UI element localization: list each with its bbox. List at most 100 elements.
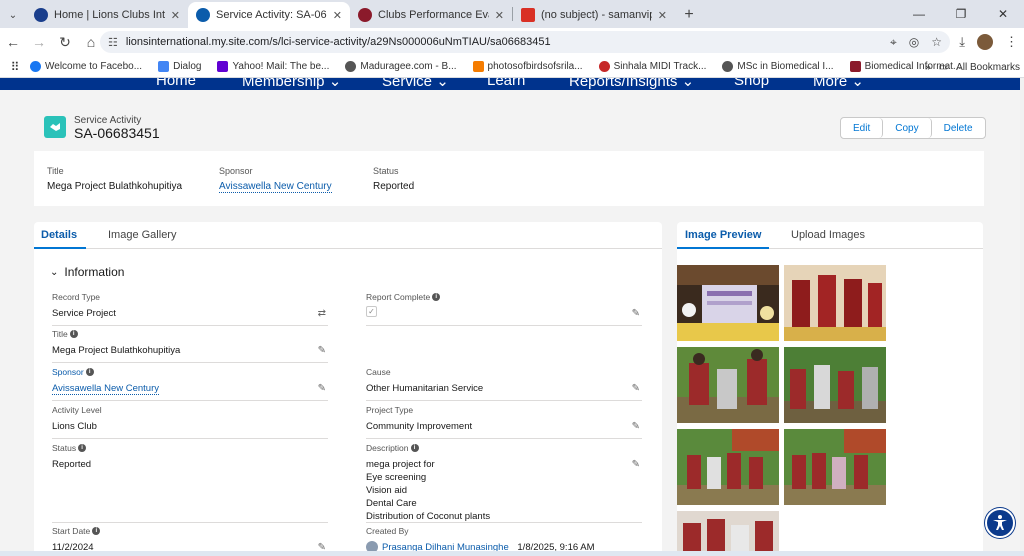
field-cause: Cause Other Humanitarian Service ✎	[366, 367, 642, 401]
bookmark-star-icon[interactable]: ☆	[931, 35, 942, 49]
new-tab-button[interactable]: +	[675, 2, 703, 28]
tab-upload-images[interactable]: Upload Images	[791, 229, 865, 241]
nav-home[interactable]: Home	[156, 78, 196, 89]
edit-pencil-icon[interactable]: ✎	[318, 345, 326, 356]
sponsor-link[interactable]: Avissawella New Century	[219, 181, 332, 193]
gmail-favicon-icon	[521, 8, 535, 22]
download-icon[interactable]: ⤓	[959, 34, 965, 50]
window-controls: — ❐ ✕	[898, 0, 1024, 28]
url-text: lionsinternational.my.site.com/s/lci-ser…	[125, 36, 551, 48]
back-icon[interactable]: ←	[0, 29, 26, 55]
gallery-image[interactable]	[677, 347, 779, 423]
image-preview-card: Image Preview Upload Images	[677, 222, 983, 556]
menu-kebab-icon[interactable]: ⋮	[1005, 34, 1018, 50]
field-status: Status i Reported	[52, 443, 328, 523]
field-description: Description i mega project for Eye screen…	[366, 443, 642, 523]
browser-tab-bar: ⌄ Home | Lions Clubs Internation ✕ Servi…	[0, 0, 1024, 28]
tab-image-gallery[interactable]: Image Gallery	[108, 229, 176, 241]
nav-learn[interactable]: Learn	[487, 78, 525, 89]
close-tab-icon[interactable]: ✕	[171, 9, 180, 22]
profile-avatar[interactable]	[977, 34, 993, 50]
field-activity-level: Activity Level Lions Club	[52, 405, 328, 439]
edit-pencil-icon[interactable]: ✎	[632, 459, 640, 470]
nav-reports-insights[interactable]: Reports/Insights ⌄	[569, 78, 694, 90]
globe-icon	[345, 61, 357, 72]
apps-grid-icon[interactable]: ⠿	[0, 60, 30, 74]
highlight-title: Title Mega Project Bulathkohupitiya	[47, 166, 183, 192]
edit-pencil-icon[interactable]: ✎	[632, 383, 640, 394]
tab-details[interactable]: Details	[41, 229, 77, 241]
delete-button[interactable]: Delete	[931, 118, 985, 138]
lions-crest-favicon-icon	[358, 8, 372, 22]
nav-membership[interactable]: Membership ⌄	[242, 78, 341, 90]
minimize-icon[interactable]: —	[898, 0, 940, 28]
browser-tab-3[interactable]: Clubs Performance Evaluation S ✕	[350, 2, 512, 28]
tab-search-icon[interactable]: ⌄	[0, 2, 26, 28]
bookmark-item[interactable]: Maduragee.com - B...	[345, 61, 457, 72]
page-scrollbar[interactable]	[1020, 78, 1024, 556]
gallery-image[interactable]	[677, 429, 779, 505]
forward-icon[interactable]: →	[26, 29, 52, 55]
accessibility-icon[interactable]	[985, 508, 1015, 538]
gallery-image[interactable]	[677, 511, 779, 556]
location-icon[interactable]: ⌖	[890, 35, 897, 50]
info-icon[interactable]: i	[69, 330, 78, 338]
edit-button[interactable]: Edit	[841, 118, 884, 138]
edit-pencil-icon[interactable]: ✎	[318, 383, 326, 394]
highlight-status: Status Reported	[373, 166, 415, 192]
bookmark-item[interactable]: Yahoo! Mail: The be...	[217, 61, 329, 72]
yahoo-icon	[217, 61, 229, 72]
reload-icon[interactable]: ↻	[52, 29, 78, 55]
active-tab-underline	[677, 247, 769, 249]
nav-more[interactable]: More ⌄	[813, 78, 864, 90]
restore-icon[interactable]: ❐	[940, 0, 982, 28]
info-icon[interactable]: i	[78, 444, 87, 452]
close-tab-icon[interactable]: ✕	[658, 9, 667, 22]
info-icon[interactable]: i	[85, 368, 94, 376]
globe-icon	[722, 61, 734, 72]
image-tabs: Image Preview Upload Images	[677, 222, 983, 249]
chevron-down-icon: ⌄	[851, 78, 864, 90]
info-icon[interactable]: i	[432, 293, 441, 301]
gallery-image[interactable]	[784, 429, 886, 505]
nav-service[interactable]: Service ⌄	[382, 78, 449, 90]
info-icon[interactable]: i	[410, 444, 419, 452]
copy-button[interactable]: Copy	[883, 118, 932, 138]
taskbar-edge	[0, 551, 1024, 556]
gallery-image[interactable]	[677, 265, 779, 341]
bookmark-item[interactable]: Sinhala MIDI Track...	[598, 61, 706, 72]
blogger-icon	[472, 61, 484, 72]
url-bar[interactable]: ☷ lionsinternational.my.site.com/s/lci-s…	[100, 31, 950, 53]
record-actions: Edit Copy Delete	[840, 117, 986, 139]
bookmark-item[interactable]: MSc in Biomedical I...	[722, 61, 834, 72]
bookmark-item[interactable]: Dialog	[158, 61, 201, 72]
browser-tab-2[interactable]: Service Activity: SA-06683451 ✕	[188, 2, 350, 28]
gallery-image[interactable]	[784, 347, 886, 423]
all-bookmarks-link[interactable]: All Bookmarks	[956, 62, 1020, 73]
browser-tab-1[interactable]: Home | Lions Clubs Internation ✕	[26, 2, 188, 28]
close-tab-icon[interactable]: ✕	[495, 9, 504, 22]
change-record-type-icon[interactable]: ⇄	[318, 308, 326, 319]
browser-tab-4[interactable]: (no subject) - samanvipula@gm ✕	[513, 2, 675, 28]
site-info-icon[interactable]: ☷	[108, 36, 118, 49]
tab-image-preview[interactable]: Image Preview	[685, 229, 761, 241]
bookmark-item[interactable]: photosofbirdsofsrila...	[472, 61, 583, 72]
info-icon[interactable]: i	[92, 527, 101, 535]
close-window-icon[interactable]: ✕	[982, 0, 1024, 28]
gallery-image[interactable]	[784, 265, 886, 341]
bookmark-item[interactable]: Welcome to Facebo...	[30, 61, 142, 72]
edit-pencil-icon[interactable]: ✎	[632, 308, 640, 319]
report-complete-checkbox: ✓	[366, 306, 377, 317]
folder-icon: ▭	[938, 61, 949, 73]
close-tab-icon[interactable]: ✕	[333, 9, 342, 22]
nav-shop[interactable]: Shop	[734, 78, 769, 89]
eye-off-icon[interactable]: ◎	[909, 35, 919, 49]
edit-pencil-icon[interactable]: ✎	[632, 421, 640, 432]
field-project-type: Project Type Community Improvement ✎	[366, 405, 642, 439]
field-title: Title i Mega Project Bulathkohupitiya ✎	[52, 329, 328, 363]
details-tabs: Details Image Gallery	[34, 222, 662, 249]
more-bookmarks-icon[interactable]: »	[925, 62, 931, 73]
university-icon	[849, 61, 861, 72]
information-section-toggle[interactable]: ⌄ Information	[50, 265, 124, 279]
sponsor-field-link[interactable]: Avissawella New Century	[52, 383, 160, 395]
